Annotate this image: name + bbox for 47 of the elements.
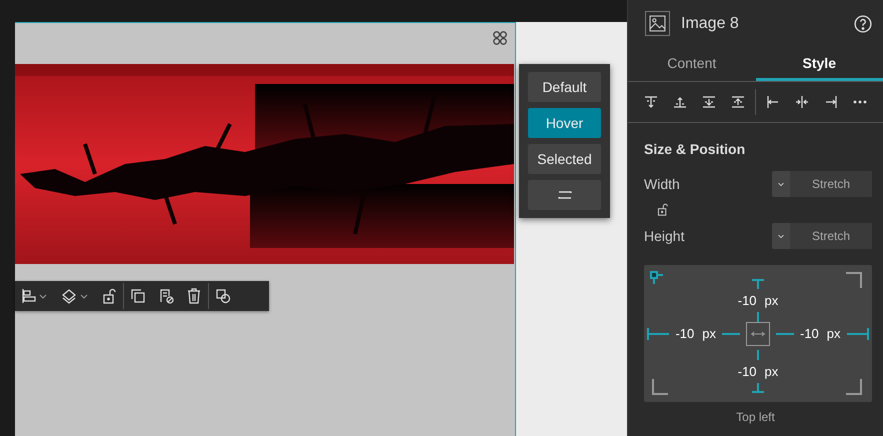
field-label: Width <box>644 176 680 192</box>
trash-icon[interactable] <box>186 288 202 304</box>
caret-icon <box>777 232 785 240</box>
field-label: Height <box>644 228 684 244</box>
right-line-mark <box>846 326 869 340</box>
left-offset-field[interactable]: -10 px <box>675 326 716 341</box>
panel-tab[interactable]: Content <box>628 47 756 81</box>
stretch-icon <box>746 322 770 346</box>
document-icon[interactable] <box>158 288 174 304</box>
corner-mark <box>846 379 862 395</box>
bottom-line-mark <box>751 382 765 392</box>
connector-line <box>776 332 794 334</box>
connector-line <box>722 332 740 334</box>
section-title: Size & Position <box>643 140 746 159</box>
panel-tab[interactable]: Style <box>756 47 883 81</box>
unlocked-icon[interactable] <box>656 203 669 216</box>
right-offset-field[interactable]: -10 px <box>800 326 841 341</box>
align-center-icon[interactable] <box>794 94 810 110</box>
help-icon[interactable] <box>854 14 872 32</box>
state-button[interactable]: Selected <box>528 144 601 174</box>
layers-icon <box>60 288 78 304</box>
toggle-button[interactable] <box>528 180 601 210</box>
top-offset-field[interactable]: -10 px <box>738 292 778 308</box>
bottom-offset-field[interactable]: -10 px <box>738 364 778 378</box>
panel-title: Image 8 <box>681 14 740 32</box>
shapes-icon[interactable] <box>215 288 231 304</box>
corner-mark <box>846 272 862 288</box>
connector-line <box>757 350 759 360</box>
align-top-icon[interactable] <box>642 94 659 110</box>
state-button[interactable]: Default <box>528 72 601 102</box>
top-line-mark <box>751 278 765 288</box>
align-right-icon[interactable] <box>823 94 840 110</box>
grid-icon[interactable] <box>491 29 509 47</box>
unlocked-icon[interactable] <box>101 288 117 304</box>
swap-icon <box>556 189 572 201</box>
caret-icon <box>777 180 785 188</box>
align-middle-icon[interactable] <box>701 94 718 110</box>
align-icon <box>21 288 37 304</box>
left-line-mark <box>647 326 670 340</box>
align-left-icon[interactable] <box>764 94 781 110</box>
image-icon <box>645 11 670 36</box>
anchor-label: Top left <box>735 409 776 424</box>
corner-mark <box>652 379 668 395</box>
state-button[interactable]: Hover <box>528 108 601 138</box>
connector-line <box>757 312 759 322</box>
distribute-vertical-icon[interactable] <box>730 94 746 110</box>
duplicate-icon[interactable] <box>130 288 146 304</box>
